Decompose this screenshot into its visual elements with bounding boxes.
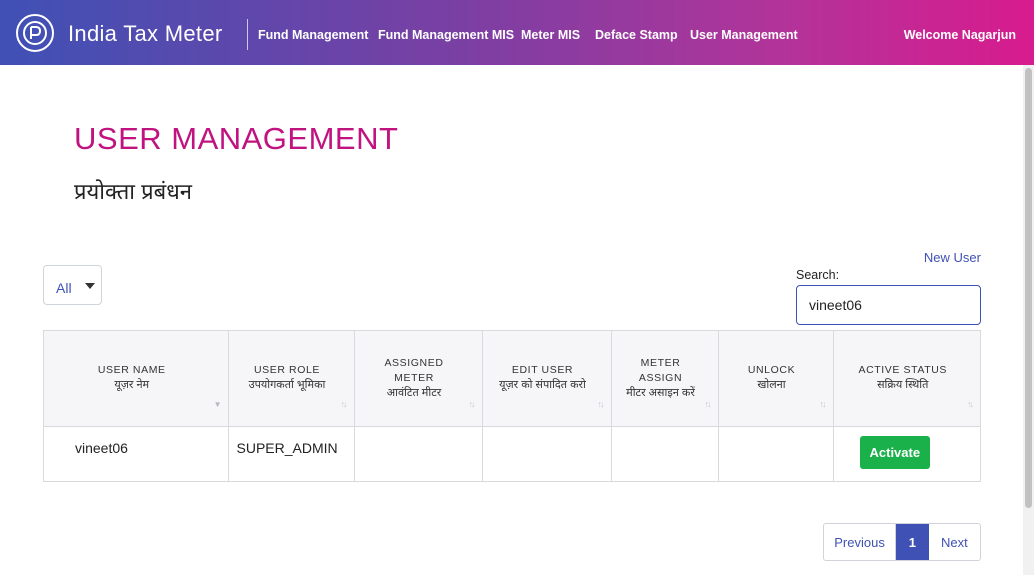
new-user-link[interactable]: New User [924,250,981,265]
page-title: USER MANAGEMENT [74,121,399,156]
table-header-row: USER NAME यूज़र नेम ▼ USER ROLE उपयोगकर्… [44,331,980,427]
col-label-hi: मीटर असाइन करें [626,386,695,399]
cell-edit-user [482,426,612,481]
chevron-down-icon [85,283,95,289]
nav-meter-mis[interactable]: Meter MIS [521,28,580,42]
cell-assigned-meter [354,426,483,481]
cell-active-status: Activate [833,426,980,481]
nav-deface-stamp[interactable]: Deface Stamp [595,28,678,42]
cell-user-role: SUPER_ADMIN [228,426,355,481]
nav-fund-management-mis[interactable]: Fund Management MIS [378,28,514,42]
col-header-user-role[interactable]: USER ROLE उपयोगकर्ता भूमिका ↑↓ [228,331,355,427]
next-page-button[interactable]: Next [929,524,980,560]
header-divider [247,19,248,50]
col-label-hi: यूज़र नेम [114,379,150,392]
previous-page-button[interactable]: Previous [824,524,897,560]
cell-unlock [718,426,834,481]
col-header-edit-user[interactable]: EDIT USER यूज़र को संपादित करो ↑↓ [482,331,612,427]
nav-user-management[interactable]: User Management [690,28,798,42]
col-header-assigned-meter[interactable]: ASSIGNED METER आवंटित मीटर ↑↓ [354,331,483,427]
cell-meter-assign [611,426,719,481]
sort-icon: ↑↓ [340,398,348,409]
users-table: USER NAME यूज़र नेम ▼ USER ROLE उपयोगकर्… [43,330,981,482]
col-label-hi: यूज़र को संपादित करो [499,379,586,392]
sort-icon: ↑↓ [704,398,712,409]
status-filter-select[interactable]: All [43,265,102,305]
col-label-en: METER ASSIGN [638,356,683,384]
app-title[interactable]: India Tax Meter [68,21,223,47]
top-navbar: India Tax Meter Fund Management Fund Man… [0,0,1034,65]
sort-icon: ↑↓ [468,398,476,409]
sort-desc-icon: ▼ [213,399,222,409]
col-header-user-name[interactable]: USER NAME यूज़र नेम ▼ [44,331,229,427]
page-subtitle: प्रयोक्ता प्रबंधन [74,179,192,204]
col-label-en: USER NAME [97,364,166,377]
col-label-en: EDIT USER [511,364,574,377]
table-row: vineet06 SUPER_ADMIN Activate [44,426,980,481]
col-header-unlock[interactable]: UNLOCK खोलना ↑↓ [718,331,834,427]
col-label-hi: सक्रिय स्थिति [877,379,929,392]
col-header-active-status[interactable]: ACTIVE STATUS सक्रिय स्थिति ↑↓ [833,331,980,427]
col-label-en: USER ROLE [253,364,321,377]
welcome-user[interactable]: Welcome Nagarjun [904,28,1016,42]
sort-icon: ↑↓ [967,398,974,409]
col-label-hi: आवंटित मीटर [386,386,442,399]
search-input[interactable] [796,285,981,325]
rupee-circle-icon[interactable] [16,14,54,52]
col-header-meter-assign[interactable]: METER ASSIGN मीटर असाइन करें ↑↓ [611,331,719,427]
sort-icon: ↑↓ [597,398,605,409]
nav-fund-management[interactable]: Fund Management [258,28,368,42]
col-label-hi: उपयोगकर्ता भूमिका [248,379,326,392]
col-label-en: ACTIVE STATUS [858,364,947,377]
search-label: Search: [796,268,840,282]
col-label-en: ASSIGNED METER [384,356,444,384]
sort-icon: ↑↓ [819,398,827,409]
cell-user-name: vineet06 [44,426,229,481]
filter-value: All [56,280,72,296]
col-label-hi: खोलना [757,379,786,392]
activate-button[interactable]: Activate [859,435,931,469]
page-1-button[interactable]: 1 [896,524,929,560]
pagination: Previous 1 Next [823,523,981,561]
scrollbar-thumb[interactable] [1025,68,1032,508]
col-label-en: UNLOCK [747,364,796,377]
